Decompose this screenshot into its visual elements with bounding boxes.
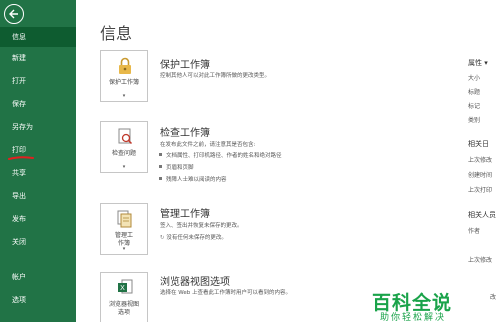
browser-button-label: 浏览器视图 选项: [101, 301, 147, 317]
page-title: 信息: [100, 24, 133, 43]
protect-section: 保护工作簿 ▾ 保护工作簿 控制其他人可以对此工作簿所做的更改类型。: [100, 50, 480, 110]
prop-tags: 标记: [468, 103, 481, 110]
backstage-sidebar: 信息 新建 打开 保存 另存为 打印 共享 导出 发布 关闭 帐户 选项: [0, 0, 76, 322]
prop-category: 类别: [468, 117, 481, 124]
protect-desc: 控制其他人可以对此工作簿所做的更改类型。: [160, 73, 271, 79]
manage-label-line1: 管理工: [114, 232, 133, 239]
browser-view-options-button[interactable]: X 浏览器视图 选项: [100, 272, 148, 322]
nav-publish[interactable]: 发布: [0, 209, 76, 229]
inspect-title: 检查工作簿: [160, 128, 210, 139]
browser-title: 浏览器视图选项: [160, 277, 230, 288]
prop-title: 标题: [468, 89, 481, 96]
manage-workbook-button[interactable]: 管理工 作簿 ▾: [100, 203, 148, 255]
nav-open[interactable]: 打开: [0, 71, 76, 91]
nav-save-as[interactable]: 另存为: [0, 117, 76, 137]
browser-label-line2: 选项: [117, 309, 130, 316]
chevron-down-icon: ▾: [122, 246, 126, 252]
chevron-down-icon: ▾: [484, 59, 488, 67]
nav-info[interactable]: 信息: [0, 27, 76, 47]
nav-options[interactable]: 选项: [0, 290, 76, 310]
manage-section: 管理工 作簿 ▾ 管理工作簿 签入、签出并恢复未保存的更改。 ↻ 没有任何未保存…: [100, 203, 480, 263]
red-annotation-underline: [8, 156, 34, 160]
inspect-icon: [118, 128, 133, 145]
manage-title: 管理工作簿: [160, 209, 210, 220]
prop-author: 作者: [468, 228, 481, 235]
properties-header[interactable]: 属性 ▾: [468, 58, 488, 68]
lock-icon: [119, 57, 131, 74]
nav-export[interactable]: 导出: [0, 186, 76, 206]
protect-workbook-button[interactable]: 保护工作簿 ▾: [100, 50, 148, 102]
related-people-header: 相关人员: [468, 211, 496, 219]
inspect-section: 检查问题 ▾ 检查工作簿 在发布此文件之前，请注意其是否包含: 文档属性、打印机…: [100, 121, 480, 191]
nav-account[interactable]: 帐户: [0, 267, 76, 287]
nav-new[interactable]: 新建: [0, 48, 76, 68]
manage-desc: 签入、签出并恢复未保存的更改。: [160, 223, 243, 229]
check-issues-button[interactable]: 检查问题 ▾: [100, 121, 148, 173]
nav-save[interactable]: 保存: [0, 94, 76, 114]
chevron-down-icon: ▾: [122, 164, 126, 170]
prop-size: 大小: [468, 75, 481, 82]
manage-workbook-icon: [117, 210, 132, 228]
protect-button-label: 保护工作簿: [108, 79, 139, 86]
prop-last-printed: 上次打印: [468, 187, 493, 194]
manage-note: ↻ 没有任何未保存的更改。: [160, 233, 227, 241]
nav-share[interactable]: 共享: [0, 163, 76, 183]
inspect-desc: 在发布此文件之前，请注意其是否包含:: [160, 142, 256, 148]
related-dates-header: 相关日: [468, 140, 489, 148]
properties-header-label: 属性: [468, 59, 482, 67]
excel-browser-icon: X: [118, 279, 133, 294]
back-button[interactable]: [4, 4, 24, 24]
browser-desc: 选择在 Web 上查看此工作簿时用户可以看到的内容。: [160, 290, 291, 296]
browser-label-line1: 浏览器视图: [108, 301, 139, 308]
prop-last-modified: 上次修改: [468, 157, 493, 164]
inspect-bullet: 残障人士难以阅读的内容: [159, 177, 227, 183]
prop-last-modified-by: 上次修改: [468, 257, 493, 264]
manage-note-text: 没有任何未保存的更改。: [166, 235, 227, 241]
check-issues-label: 检查问题: [111, 150, 136, 157]
svg-text:X: X: [120, 285, 125, 292]
back-arrow-icon: [9, 9, 18, 19]
prop-created: 创建时间: [468, 172, 493, 179]
watermark-sub-text: 助你轻松解决: [380, 313, 447, 322]
nav-close[interactable]: 关闭: [0, 232, 76, 252]
inspect-bullet: 文档属性、打印机路径、作者的姓名和绝对路径: [159, 153, 282, 159]
inspect-bullet: 页眉和页脚: [159, 165, 194, 171]
chevron-down-icon: ▾: [122, 93, 126, 99]
protect-title: 保护工作簿: [160, 60, 210, 71]
